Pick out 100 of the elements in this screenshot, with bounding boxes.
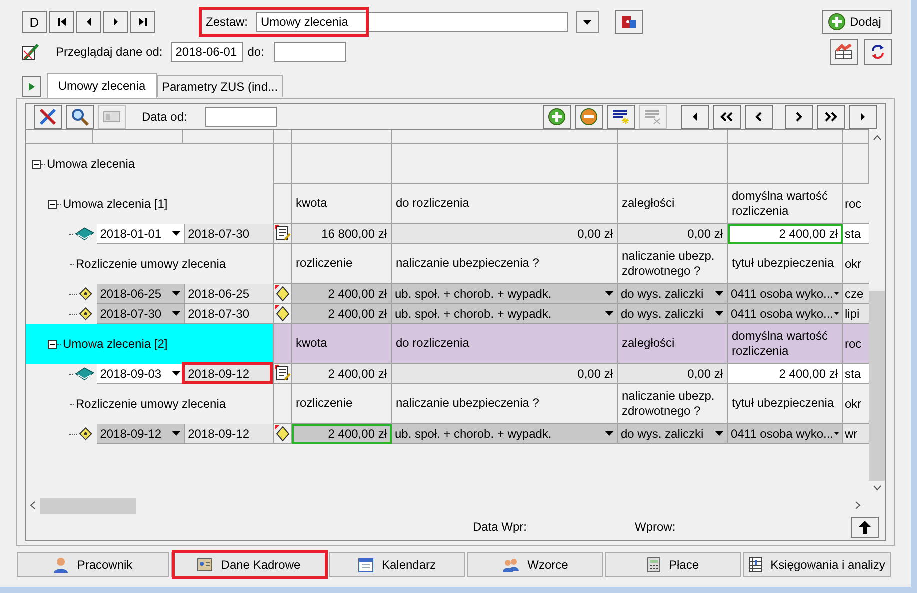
collapse-icon[interactable] bbox=[48, 340, 57, 349]
dropdown-cell[interactable]: do wys. zaliczki bbox=[618, 284, 728, 304]
date-combo[interactable]: 2018-06-25 bbox=[97, 284, 186, 304]
scrollbar-thumb[interactable] bbox=[40, 498, 136, 514]
set-field[interactable]: Umowy zlecenia bbox=[256, 12, 568, 32]
dropdown-cell[interactable]: do wys. zaliczki bbox=[618, 304, 728, 324]
next-record-button[interactable] bbox=[103, 11, 128, 33]
date-combo[interactable]: 2018-07-30 bbox=[97, 304, 186, 324]
module-tab[interactable]: Wzorce bbox=[467, 552, 603, 577]
collapse-icon[interactable] bbox=[32, 160, 41, 169]
table-cell: 16 800,00 zł bbox=[292, 224, 392, 244]
dropdown-caret-icon bbox=[172, 231, 182, 236]
table-cell: 0,00 zł bbox=[618, 364, 728, 384]
first-column-button[interactable] bbox=[713, 104, 741, 129]
column-label: roc bbox=[843, 324, 869, 364]
column-label: naliczanie ubezp. zdrowotnego ? bbox=[618, 244, 728, 284]
tools-button[interactable] bbox=[34, 104, 62, 129]
column-label: tytuł ubezpieczenia bbox=[728, 244, 843, 284]
add-button[interactable]: Dodaj bbox=[822, 10, 892, 34]
grid-date-field[interactable] bbox=[205, 106, 278, 127]
date-cell: 2018-09-12 bbox=[185, 424, 273, 444]
module-tab[interactable]: Dane Kadrowe bbox=[171, 552, 327, 577]
tree-node-label: Umowa zlecenia [1] bbox=[63, 197, 168, 212]
refresh-button[interactable] bbox=[864, 39, 892, 65]
module-tab[interactable]: Płace bbox=[605, 552, 741, 577]
previous-record-button[interactable] bbox=[76, 11, 101, 33]
dropdown-caret-icon bbox=[605, 431, 614, 436]
chevron-left-icon bbox=[30, 501, 36, 510]
dropdown-caret-icon bbox=[715, 311, 724, 316]
table-cell: 2 400,00 zł bbox=[292, 304, 392, 324]
dropdown-caret-icon bbox=[172, 431, 182, 436]
new-record-button[interactable]: D bbox=[22, 11, 47, 33]
up-button[interactable] bbox=[851, 516, 879, 538]
collapse-icon[interactable] bbox=[48, 200, 57, 209]
book-icon bbox=[74, 227, 94, 242]
search-button[interactable] bbox=[66, 104, 94, 129]
calendar-icon bbox=[358, 556, 374, 572]
tab[interactable]: Parametry ZUS (ind... bbox=[157, 75, 284, 97]
table-cell: wr bbox=[843, 424, 869, 444]
entered-by-label: Wprow: bbox=[635, 520, 676, 534]
date-to-label: do: bbox=[248, 45, 264, 59]
previous-column-button[interactable] bbox=[745, 104, 773, 129]
table-cell: lipi bbox=[843, 304, 869, 324]
date-cell: 2018-07-30 bbox=[185, 224, 273, 244]
people-icon bbox=[502, 556, 520, 572]
date-to-field[interactable] bbox=[274, 42, 346, 62]
module-tab[interactable]: Księgowania i analizy bbox=[743, 552, 891, 577]
next-column-button[interactable] bbox=[785, 104, 813, 129]
column-label: zaległości bbox=[618, 324, 728, 364]
column-label: naliczanie ubezpieczenia ? bbox=[392, 384, 618, 424]
chevron-down-icon bbox=[872, 485, 882, 492]
last-record-button[interactable] bbox=[130, 11, 155, 33]
chart-button[interactable] bbox=[830, 39, 858, 65]
column-label: do rozliczenia bbox=[392, 324, 618, 364]
set-label: Zestaw: bbox=[206, 15, 248, 29]
table-cell bbox=[843, 144, 869, 184]
tree-node-label: Rozliczenie umowy zlecenia bbox=[76, 397, 226, 412]
table-cell: 2 400,00 zł bbox=[292, 284, 392, 304]
set-dropdown-button[interactable] bbox=[576, 11, 600, 33]
table-cell: 0,00 zł bbox=[392, 364, 618, 384]
column-label: domyślna wartość rozliczenia bbox=[728, 184, 843, 224]
scroll-left-button[interactable] bbox=[681, 104, 709, 129]
dropdown-cell[interactable]: 0411 osoba wyko... bbox=[728, 424, 843, 444]
dropdown-caret-icon bbox=[583, 20, 592, 24]
double-chevron-right-icon bbox=[824, 112, 838, 122]
module-tab[interactable]: Pracownik bbox=[17, 552, 169, 577]
insert-row-button[interactable] bbox=[607, 104, 635, 129]
tag-icon bbox=[78, 427, 92, 442]
dropdown-cell[interactable]: ub. społ. + chorob. + wypadk. bbox=[392, 304, 618, 324]
dropdown-cell[interactable]: 0411 osoba wyko... bbox=[728, 304, 843, 324]
dropdown-cell[interactable]: ub. społ. + chorob. + wypadk. bbox=[392, 424, 618, 444]
date-from-field[interactable]: 2018-06-01 bbox=[170, 42, 243, 62]
date-combo[interactable]: 2018-01-01 bbox=[97, 224, 186, 244]
dropdown-caret-icon bbox=[715, 291, 724, 296]
toolbox-icon bbox=[621, 14, 638, 30]
tab[interactable]: Umowy zlecenia bbox=[47, 73, 157, 98]
chevron-right-icon bbox=[795, 112, 803, 122]
date-combo[interactable]: 2018-09-12 bbox=[97, 424, 186, 444]
dropdown-cell[interactable]: do wys. zaliczki bbox=[618, 424, 728, 444]
table-cell: 2 400,00 zł bbox=[292, 364, 392, 384]
column-label: do rozliczenia bbox=[392, 184, 618, 224]
scroll-right-button[interactable] bbox=[849, 104, 877, 129]
expand-panel-button[interactable] bbox=[22, 76, 41, 97]
add-row-button[interactable] bbox=[543, 104, 571, 129]
column-label: naliczanie ubezp. zdrowotnego ? bbox=[618, 384, 728, 424]
module-tab[interactable]: Kalendarz bbox=[329, 552, 465, 577]
column-label: zaległości bbox=[618, 184, 728, 224]
dropdown-cell[interactable]: ub. społ. + chorob. + wypadk. bbox=[392, 284, 618, 304]
settings-button[interactable] bbox=[615, 10, 644, 34]
last-column-button[interactable] bbox=[817, 104, 845, 129]
tree-node-label[interactable]: Umowa zlecenia bbox=[47, 157, 136, 172]
first-record-button[interactable] bbox=[49, 11, 74, 33]
calculator-icon bbox=[646, 556, 661, 572]
dropdown-cell[interactable]: 0411 osoba wyko... bbox=[728, 284, 843, 304]
remove-row-button[interactable] bbox=[575, 104, 603, 129]
contract-header-row[interactable]: Umowa zlecenia [2] kwota do rozliczenia zaległości domyślna wartość rozliczenia roc bbox=[26, 324, 869, 364]
contract-header-row[interactable]: Umowa zlecenia [1] kwota do rozliczenia zaległości domyślna wartość rozliczenia roc bbox=[26, 184, 869, 224]
last-icon bbox=[138, 17, 148, 27]
scrollbar-thumb[interactable] bbox=[869, 291, 885, 482]
browse-from-label: Przeglądaj dane od: bbox=[56, 45, 163, 59]
